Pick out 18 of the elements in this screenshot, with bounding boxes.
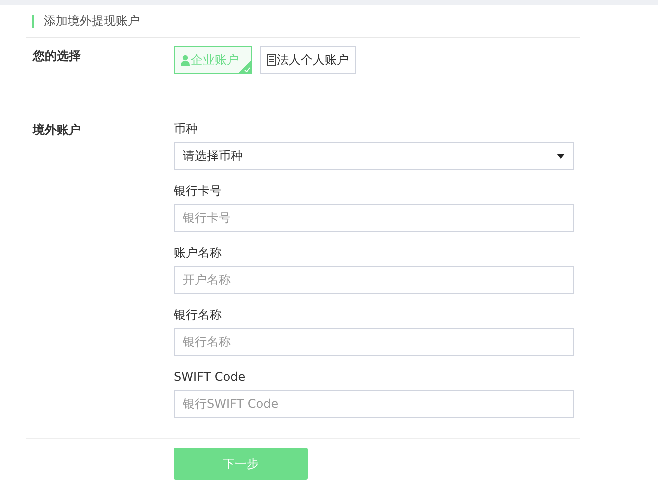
account-type-option[interactable]: 法人个人账户: [260, 46, 356, 74]
section-label: 境外账户: [33, 122, 82, 139]
page-title: 添加境外提现账户: [44, 12, 140, 30]
input-field[interactable]: 开户名称: [174, 266, 574, 294]
input-field[interactable]: 银行卡号: [174, 204, 574, 232]
field-label: SWIFT Code: [174, 370, 247, 384]
check-corner-icon: [239, 61, 251, 73]
field-label: 银行名称: [174, 308, 223, 322]
field-label: 银行卡号: [174, 184, 223, 198]
input-field[interactable]: 银行名称: [174, 328, 574, 356]
currency-select[interactable]: 请选择币种: [174, 142, 574, 170]
field-label: 账户名称: [174, 246, 223, 260]
input-field[interactable]: 银行SWIFT Code: [174, 390, 574, 418]
section-label: 您的选择: [33, 48, 82, 65]
field-label: 币种: [174, 122, 199, 136]
dropdown-caret-icon: [557, 154, 565, 158]
person-icon: [181, 54, 190, 66]
document-icon: [267, 54, 276, 66]
